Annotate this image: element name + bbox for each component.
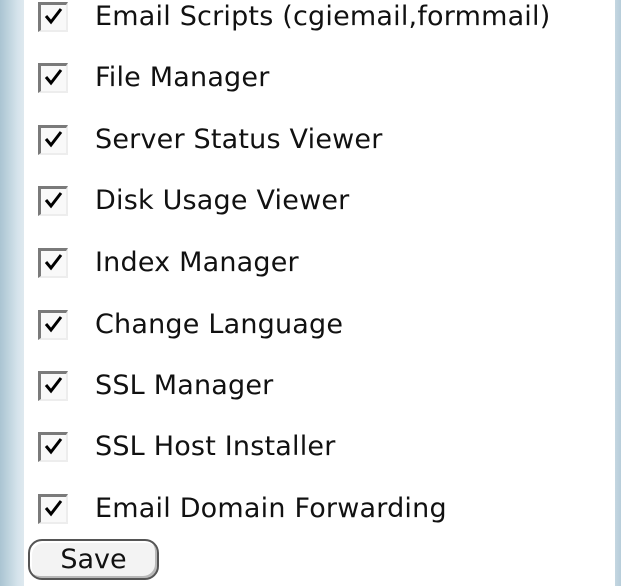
option-row-ssl-manager[interactable]: SSL Manager	[38, 366, 273, 406]
checkmark-icon	[44, 377, 63, 394]
checkmark-icon	[44, 254, 63, 271]
option-label: Index Manager	[95, 247, 299, 278]
checkmark-icon	[44, 69, 63, 86]
option-row-ssl-host-installer[interactable]: SSL Host Installer	[38, 427, 336, 467]
option-label: Email Scripts (cgiemail,formmail)	[95, 1, 551, 32]
checkmark-icon	[44, 500, 63, 517]
option-row-index-manager[interactable]: Index Manager	[38, 243, 299, 283]
option-row-disk-usage-viewer[interactable]: Disk Usage Viewer	[38, 181, 349, 221]
option-label: Change Language	[95, 309, 344, 340]
index-manager-checkbox[interactable]	[38, 248, 68, 278]
option-row-file-manager[interactable]: File Manager	[38, 58, 270, 98]
option-label: Email Domain Forwarding	[95, 493, 447, 524]
option-row-email-domain-forwarding[interactable]: Email Domain Forwarding	[38, 489, 447, 529]
file-manager-checkbox[interactable]	[38, 63, 68, 93]
checkmark-icon	[44, 131, 63, 148]
option-label: Disk Usage Viewer	[95, 185, 350, 216]
option-label: Server Status Viewer	[95, 124, 383, 155]
option-label: SSL Host Installer	[95, 431, 336, 462]
change-language-checkbox[interactable]	[38, 310, 68, 340]
option-row-server-status-viewer[interactable]: Server Status Viewer	[38, 120, 383, 160]
save-button[interactable]: Save	[28, 539, 159, 580]
option-row-email-scripts[interactable]: Email Scripts (cgiemail,formmail)	[38, 0, 550, 37]
option-row-change-language[interactable]: Change Language	[38, 305, 343, 345]
server-status-viewer-checkbox[interactable]	[38, 125, 68, 155]
option-label: SSL Manager	[95, 370, 274, 401]
disk-usage-viewer-checkbox[interactable]	[38, 186, 68, 216]
feature-options-panel: Email Scripts (cgiemail,formmail) File M…	[24, 0, 615, 586]
checkmark-icon	[44, 8, 63, 25]
email-scripts-checkbox[interactable]	[38, 2, 68, 32]
email-domain-forwarding-checkbox[interactable]	[38, 494, 68, 524]
option-label: File Manager	[95, 62, 270, 93]
checkmark-icon	[44, 192, 63, 209]
ssl-manager-checkbox[interactable]	[38, 371, 68, 401]
checkmark-icon	[44, 438, 63, 455]
checkmark-icon	[44, 316, 63, 333]
ssl-host-installer-checkbox[interactable]	[38, 432, 68, 462]
